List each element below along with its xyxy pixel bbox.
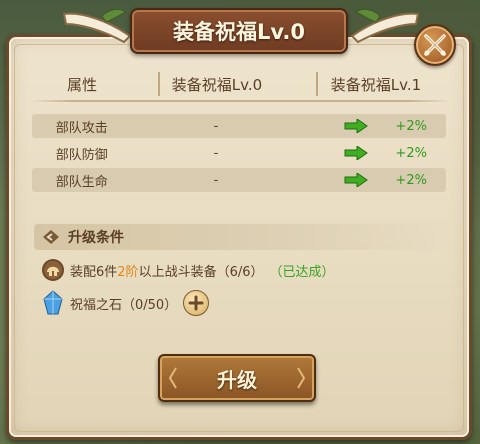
plus-icon	[188, 295, 204, 311]
header-attr: 属性	[66, 75, 97, 94]
tusk-decoration-icon	[350, 8, 420, 44]
row-name: 部队攻击	[55, 120, 108, 136]
conditions-header: 升级条件	[34, 224, 446, 250]
button-ornament-icon	[297, 367, 306, 389]
green-arrow-icon	[337, 173, 377, 187]
close-crossed-swords-icon	[424, 34, 446, 56]
dialog-title: 装备祝福Lv.0	[173, 20, 305, 44]
equip-condition: 装配6件 2阶 以上战斗装备（6/6） （已达成）	[40, 257, 335, 283]
table-row: 部队生命 - +2%	[32, 168, 446, 192]
table-row: 部队防御 - +2%	[32, 141, 446, 165]
close-button[interactable]	[414, 24, 456, 66]
header-divider	[158, 72, 160, 96]
crystal-icon	[40, 290, 66, 316]
upgrade-label: 升级	[217, 367, 257, 392]
add-stone-button[interactable]	[183, 290, 210, 316]
row-next: +2%	[395, 172, 427, 188]
tusk-decoration-icon	[62, 8, 132, 44]
stone-condition-label: 祝福之石（0/50）	[70, 297, 178, 313]
green-arrow-icon	[337, 146, 377, 160]
header-underline	[30, 100, 450, 102]
table-row: 部队攻击 - +2%	[32, 114, 446, 138]
table-header: 属性 装备祝福Lv.0 装备祝福Lv.1	[32, 70, 450, 98]
button-ornament-icon	[168, 367, 177, 389]
upgrade-button[interactable]: 升级	[158, 354, 316, 402]
row-name: 部队生命	[55, 174, 108, 190]
header-divider	[316, 72, 318, 96]
header-next: 装备祝福Lv.1	[330, 75, 422, 94]
title-banner: 装备祝福Lv.0	[130, 8, 348, 54]
stone-condition: 祝福之石（0/50）	[40, 290, 210, 316]
row-current: -	[213, 118, 219, 134]
equip-condition-tier: 2阶	[117, 264, 139, 280]
equip-condition-post: 以上战斗装备（6/6）	[138, 264, 264, 280]
row-next: +2%	[395, 118, 427, 134]
diamond-arrow-icon	[42, 229, 60, 245]
conditions-title: 升级条件	[68, 230, 124, 246]
equip-condition-pre: 装配6件	[70, 264, 118, 280]
row-name: 部队防御	[55, 147, 108, 163]
equip-condition-status: （已达成）	[269, 264, 335, 280]
green-arrow-icon	[337, 119, 377, 133]
row-next: +2%	[395, 145, 427, 161]
row-current: -	[213, 172, 219, 188]
row-current: -	[213, 145, 219, 161]
helmet-icon	[40, 257, 66, 283]
